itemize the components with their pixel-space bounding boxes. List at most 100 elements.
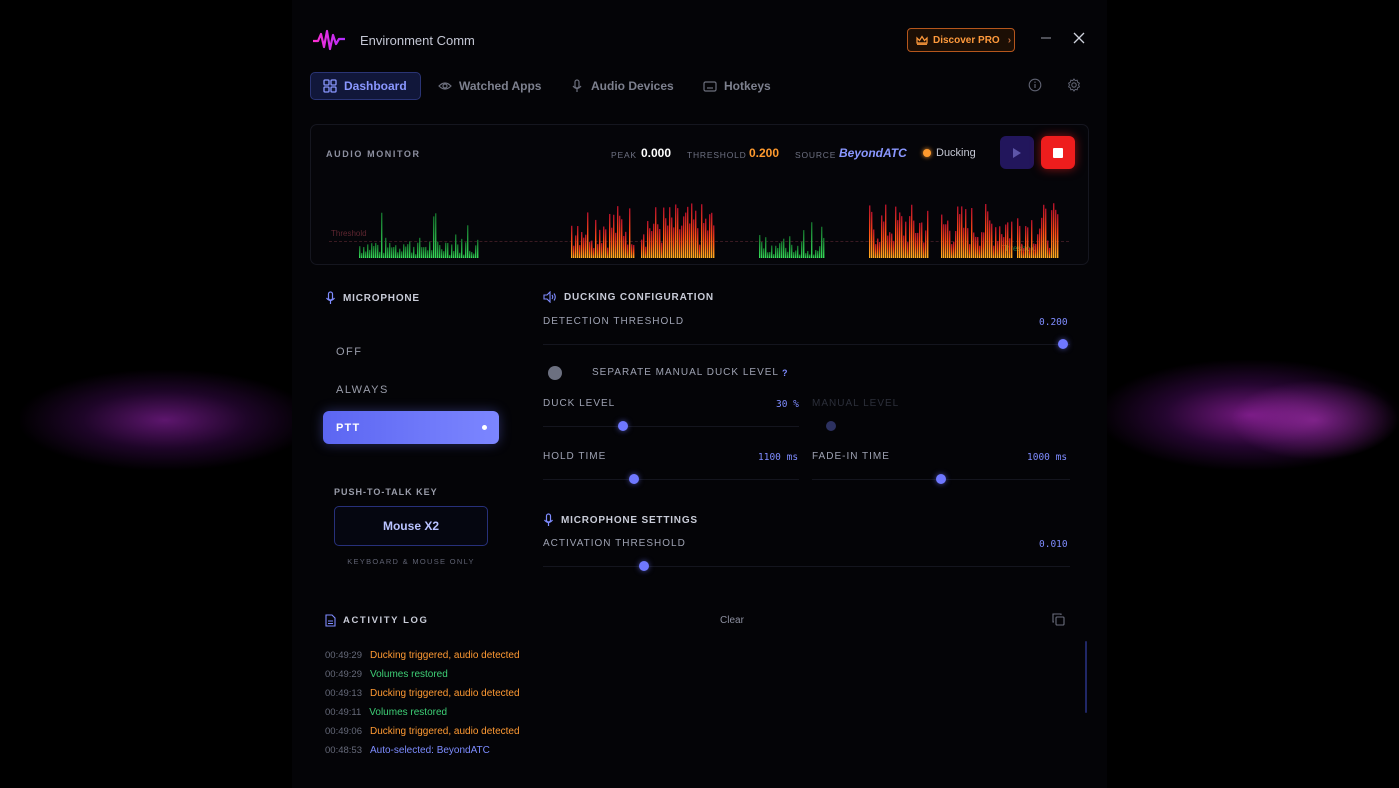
copy-icon[interactable] [1052,613,1065,626]
waveform-bar [361,252,363,258]
waveform-bar [405,246,407,258]
log-scrollbar[interactable] [1085,641,1087,713]
waveform-bar [815,249,817,258]
waveform-bar [467,225,469,258]
waveform-bar [589,241,591,258]
waveform-bar [707,230,709,258]
fade-in-time-slider[interactable] [936,474,946,484]
tab-dashboard[interactable]: Dashboard [310,72,421,100]
waveform-bar [817,250,819,258]
waveform-bar [761,242,763,258]
tab-hotkeys[interactable]: Hotkeys [703,72,771,100]
waveform-bar [575,235,577,258]
hold-time-label: HOLD TIME [543,451,607,462]
waveform-bar [663,207,665,258]
tab-audio-devices[interactable]: Audio Devices [570,72,674,100]
waveform-bar [611,227,613,258]
waveform-bar [997,240,999,258]
waveform-bar [991,223,993,258]
waveform-bar [1049,247,1051,258]
waveform-bar [571,225,573,258]
mic-mode-off[interactable]: OFF [336,346,363,358]
waveform-bar [369,249,371,258]
waveform-bar [403,244,405,258]
waveform-bar [607,247,609,258]
waveform-bar [959,214,961,258]
speaker-icon [543,291,556,303]
close-button[interactable] [1070,29,1088,49]
waveform-bar [613,214,615,258]
waveform-bar [979,245,981,258]
waveform-bar [1031,220,1033,258]
waveform-bar [1019,225,1021,258]
waveform-bar [957,206,959,258]
microphone-title: MICROPHONE [343,292,420,304]
stop-button[interactable] [1041,136,1075,169]
waveform-bar [703,223,705,258]
manual-level-label: MANUAL LEVEL [812,398,900,409]
waveform-bar [977,237,979,258]
waveform-bar [947,220,949,258]
waveform-bar [913,220,915,258]
ducking-title: DUCKING CONFIGURATION [564,291,714,303]
waveform-bar [779,243,781,258]
waveform-bar [595,219,597,258]
help-question-icon[interactable]: ? [782,368,788,378]
waveform-bar [819,246,821,258]
activity-log-header: ACTIVITY LOG [325,614,429,627]
info-icon[interactable] [1028,78,1042,92]
waveform-bar [391,247,393,258]
waveform-bar [661,242,663,258]
mic-mode-always[interactable]: ALWAYS [336,384,389,396]
waveform-bar [653,223,655,258]
minimize-button[interactable] [1038,30,1054,50]
tab-watched-apps-label: Watched Apps [459,79,542,93]
duck-level-slider[interactable] [618,421,628,431]
waveform-bar [943,224,945,258]
waveform-bar [473,253,475,258]
waveform-bar [689,223,691,258]
waveform-bar [401,251,403,258]
discover-pro-button[interactable]: Discover PRO › [907,28,1015,52]
waveform-bar [451,244,453,258]
waveform-bar [873,229,875,258]
waveform-bar [397,252,399,258]
duck-level-value: 30 % [776,399,799,410]
log-entry: 00:49:11 Volumes restored [325,707,447,718]
waveform-bar [655,207,657,258]
mic-mode-ptt[interactable]: PTT [323,411,499,444]
waveform-bar [699,244,701,258]
waveform-bar [449,254,451,258]
play-button[interactable] [1000,136,1034,169]
waveform-bar [697,228,699,258]
log-entry-time: 00:49:29 [325,669,362,680]
hold-time-slider[interactable] [629,474,639,484]
waveform-bar [443,251,445,258]
gear-icon[interactable] [1067,78,1081,92]
push-to-talk-key-button[interactable]: Mouse X2 [334,506,488,546]
waveform-bar [373,246,375,258]
waveform-bar [427,250,429,258]
waveform-bar [585,234,587,258]
fade-in-time-label: FADE-IN TIME [812,451,890,462]
document-icon [325,614,336,627]
waveform-bar [425,246,427,258]
waveform-bar [469,250,471,258]
waveform-bar [897,220,899,258]
play-icon [1013,147,1021,158]
activation-threshold-slider[interactable] [639,561,649,571]
waveform-bar [713,225,715,258]
detection-threshold-slider[interactable] [1058,339,1068,349]
separate-manual-duck-toggle[interactable] [548,366,562,380]
waveform-bar [925,230,927,258]
waveform-bar [951,244,953,258]
log-entry: 00:49:06 Ducking triggered, audio detecte… [325,726,520,737]
manual-level-slider[interactable] [826,421,836,431]
waveform-bar [893,240,895,258]
waveform-bar [681,225,683,258]
tab-watched-apps[interactable]: Watched Apps [438,72,541,100]
waveform-bar [599,229,601,258]
waveform-bar [379,251,381,258]
clear-log-button[interactable]: Clear [720,615,744,626]
waveform-bar [609,213,611,258]
